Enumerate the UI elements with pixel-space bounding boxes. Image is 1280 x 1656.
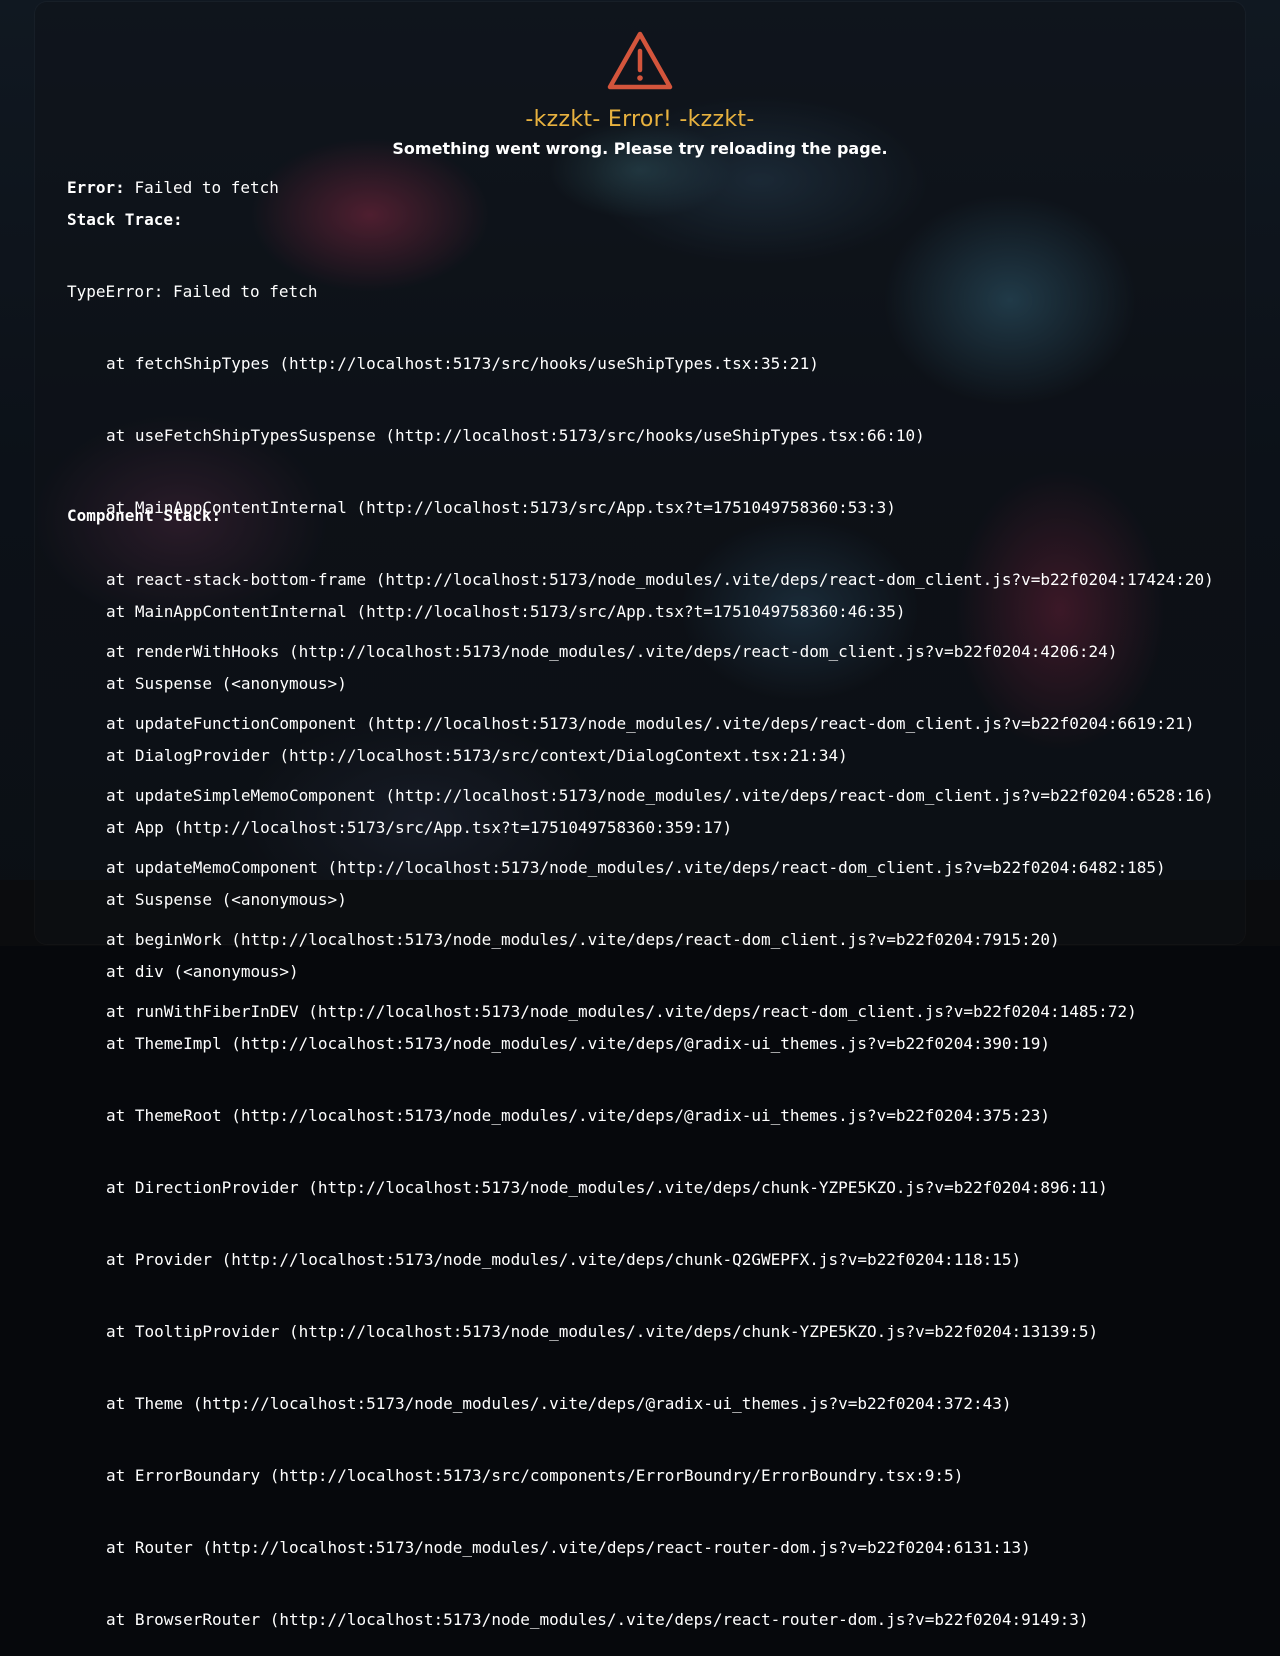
component-stack-line: at div (<anonymous>) (106, 962, 299, 981)
component-stack-line: at Theme (http://localhost:5173/node_mod… (106, 1394, 1012, 1413)
error-subtitle: Something went wrong. Please try reloadi… (392, 139, 888, 158)
error-header (35, 30, 1245, 96)
component-stack-line: at Router (http://localhost:5173/node_mo… (106, 1538, 1031, 1557)
component-stack-line: at Suspense (<anonymous>) (106, 890, 347, 909)
error-label: Error: (67, 178, 125, 197)
component-stack-line: at MainAppContentInternal (http://localh… (106, 602, 906, 621)
stack-trace-label: Stack Trace: (67, 210, 183, 229)
component-stack-line: at Suspense (<anonymous>) (106, 674, 347, 693)
component-stack-line: at ThemeImpl (http://localhost:5173/node… (106, 1034, 1051, 1053)
component-stack-line: at DialogProvider (http://localhost:5173… (106, 746, 848, 765)
component-stack-line: at ThemeRoot (http://localhost:5173/node… (106, 1106, 1051, 1125)
component-stack-line: at TooltipProvider (http://localhost:517… (106, 1322, 1099, 1341)
stack-trace-line: at fetchShipTypes (http://localhost:5173… (106, 354, 819, 373)
stack-trace-head: TypeError: Failed to fetch (67, 282, 318, 301)
component-stack-line: at DirectionProvider (http://localhost:5… (106, 1178, 1108, 1197)
error-message: Failed to fetch (134, 178, 279, 197)
warning-triangle-icon (606, 30, 674, 92)
component-stack-line: at BrowserRouter (http://localhost:5173/… (106, 1610, 1089, 1629)
error-message-line: Error: Failed to fetch (67, 176, 279, 200)
component-stack-line: at Provider (http://localhost:5173/node_… (106, 1250, 1022, 1269)
component-stack-line: at App (http://localhost:5173/src/App.ts… (106, 818, 733, 837)
component-stack-label: Component Stack: (67, 506, 222, 525)
component-stack: at MainAppContentInternal (http://localh… (67, 552, 1108, 1656)
component-stack-line: at ErrorBoundary (http://localhost:5173/… (106, 1466, 964, 1485)
stack-trace-line: at MainAppContentInternal (http://localh… (106, 498, 896, 517)
stack-trace-line: at useFetchShipTypesSuspense (http://loc… (106, 426, 925, 445)
error-title: -kzzkt- Error! -kzzkt- (525, 107, 755, 132)
